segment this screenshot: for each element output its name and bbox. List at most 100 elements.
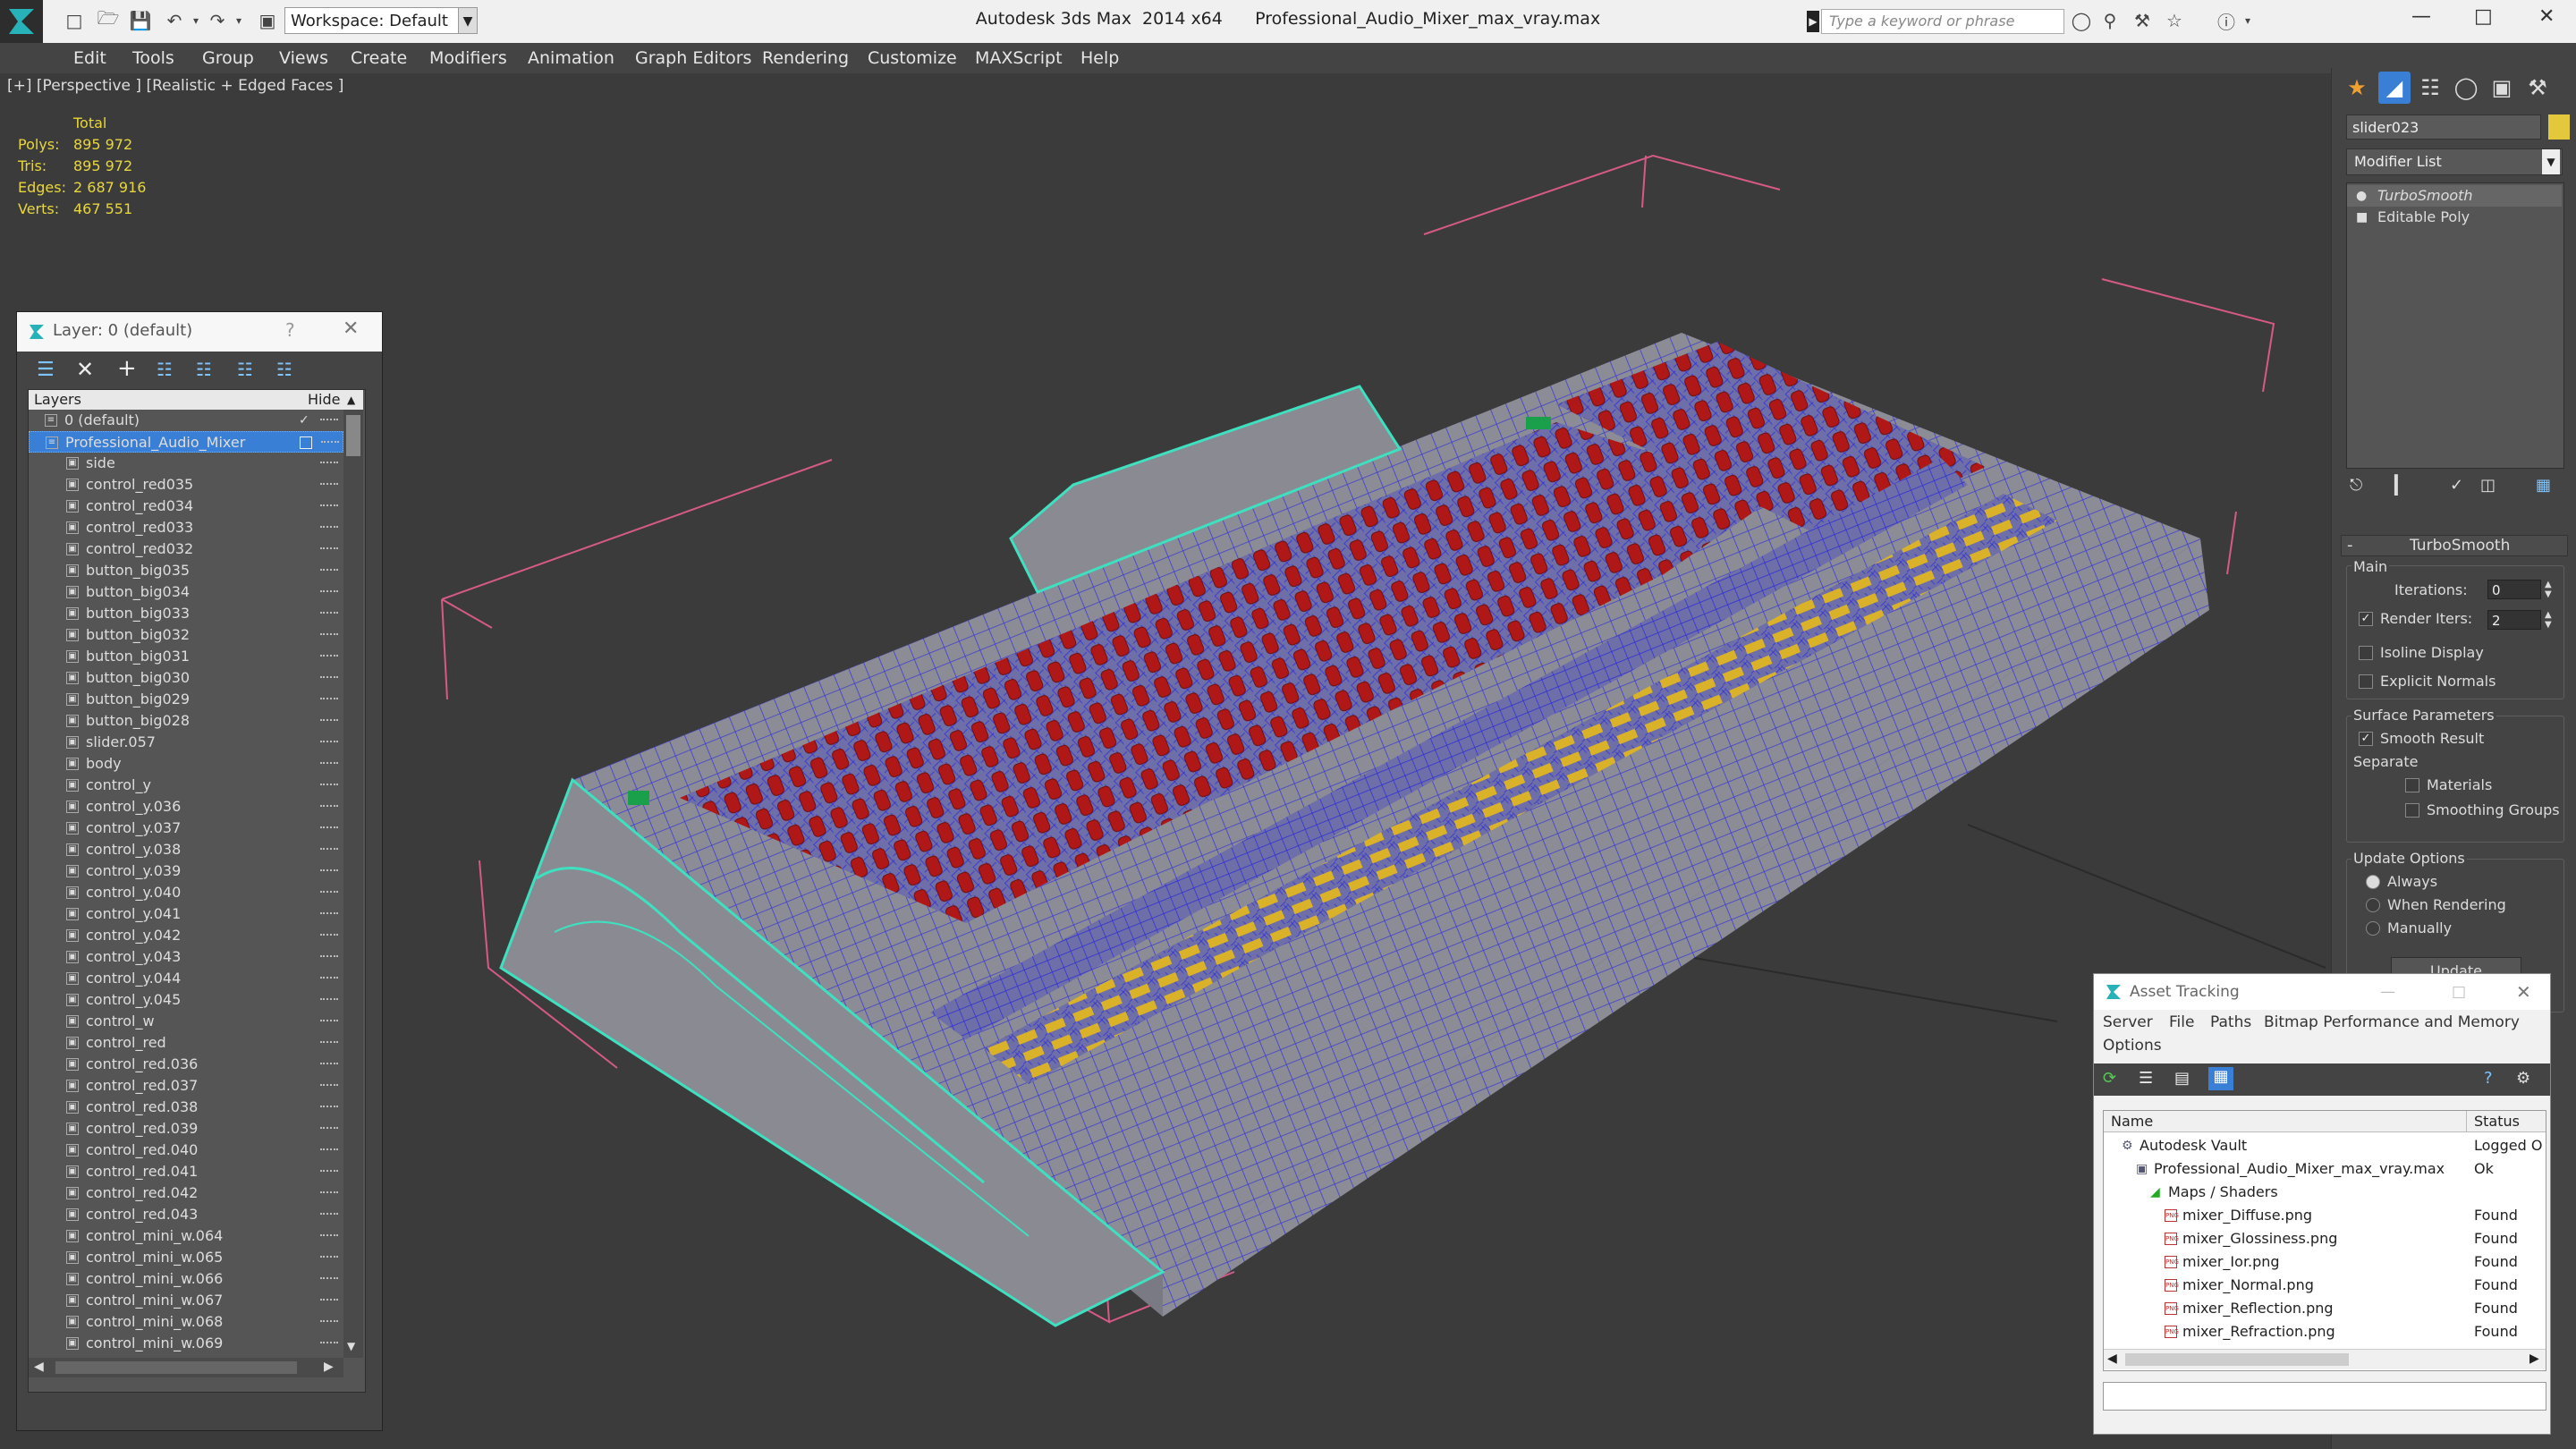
menu-file[interactable]: File (2169, 1013, 2194, 1031)
configure-sets-icon[interactable]: ▦ (2536, 476, 2551, 495)
menu-views[interactable]: Views (279, 48, 328, 68)
asset-row[interactable]: PNG mixer_Refraction.png Found (2104, 1320, 2546, 1343)
hide-toggle[interactable] (320, 419, 338, 424)
subscription-icon[interactable]: ⚒ (2131, 9, 2154, 32)
layer-row[interactable]: ▣ control_w (29, 1011, 343, 1032)
layer-row[interactable]: ▣ control_y.042 (29, 925, 343, 946)
always-radio[interactable] (2366, 875, 2380, 889)
layer-row[interactable]: ▣ control_red035 (29, 474, 343, 496)
hide-toggle[interactable] (320, 719, 338, 724)
menu-maxscript[interactable]: MAXScript (975, 48, 1063, 68)
scroll-right-icon[interactable]: ▶ (2529, 1352, 2539, 1366)
hide-toggle[interactable] (320, 784, 338, 789)
scrollbar-thumb[interactable] (346, 415, 360, 456)
highlight-layer-icon[interactable]: ☷ (196, 359, 212, 380)
viewport-label[interactable]: [+] [Perspective ] [Realistic + Edged Fa… (7, 77, 343, 95)
communication-center-icon[interactable]: ⚲ (2098, 9, 2122, 32)
hide-toggle[interactable] (320, 1106, 338, 1111)
maximize-icon[interactable]: □ (2474, 5, 2493, 28)
binoculars-icon[interactable]: ◯ (2070, 9, 2093, 32)
hide-toggle[interactable] (320, 462, 338, 467)
hide-toggle[interactable] (320, 869, 338, 875)
menu-paths[interactable]: Paths (2210, 1013, 2251, 1031)
hide-toggle[interactable] (320, 590, 338, 596)
layer-row[interactable]: ▣ control_mini_w.067 (29, 1290, 343, 1311)
asset-window-titlebar[interactable]: Asset Tracking — □ ✕ (2094, 974, 2550, 1010)
hide-toggle[interactable] (320, 1084, 338, 1089)
isoline-display-checkbox[interactable] (2359, 646, 2373, 660)
hide-toggle[interactable] (320, 848, 338, 853)
smoothing-groups-checkbox[interactable] (2405, 803, 2419, 818)
hide-toggle[interactable] (320, 526, 338, 531)
hide-toggle[interactable] (320, 1277, 338, 1283)
hide-toggle[interactable] (320, 676, 338, 682)
layer-row[interactable]: ▣ control_mini_w.068 (29, 1311, 343, 1333)
hide-toggle[interactable] (320, 1041, 338, 1046)
asset-row[interactable]: PNG mixer_Reflection.png Found (2104, 1297, 2546, 1320)
table-view-icon[interactable]: ▦ (2208, 1067, 2233, 1090)
hide-toggle[interactable] (320, 547, 338, 553)
freeze-all-layers-icon[interactable]: ☷ (276, 359, 292, 380)
vault-help-icon[interactable]: ? (2484, 1069, 2493, 1088)
layer-row[interactable]: ▣ control_red.043 (29, 1204, 343, 1225)
when-rendering-radio[interactable] (2366, 898, 2380, 912)
list-view-icon[interactable]: ☰ (2139, 1069, 2153, 1088)
menu-tools[interactable]: Tools (132, 48, 174, 68)
hide-toggle[interactable] (320, 998, 338, 1004)
hide-toggle[interactable] (320, 762, 338, 767)
layer-row[interactable]: ▣ control_red (29, 1032, 343, 1054)
hide-toggle[interactable] (320, 1170, 338, 1175)
hide-toggle[interactable] (320, 1320, 338, 1326)
layer-row[interactable]: ▣ control_red.039 (29, 1118, 343, 1140)
asset-row[interactable]: PNG mixer_Normal.png Found (2104, 1274, 2546, 1297)
iterations-spinner[interactable]: 0 (2487, 580, 2541, 599)
vault-settings-icon[interactable]: ⚙ (2516, 1069, 2530, 1088)
hide-toggle[interactable] (320, 955, 338, 961)
display-tab-icon[interactable]: ▣ (2486, 72, 2518, 104)
add-to-layer-icon[interactable]: + (117, 355, 137, 382)
hide-toggle[interactable] (320, 912, 338, 918)
menu-bitmap-performance[interactable]: Bitmap Performance and Memory (2264, 1013, 2520, 1031)
close-icon[interactable]: ✕ (2538, 5, 2555, 28)
layer-row[interactable]: ▣ control_y (29, 775, 343, 796)
layer-row[interactable]: ≡ 0 (default) ✓ (29, 410, 343, 431)
hide-toggle[interactable] (320, 1234, 338, 1240)
scroll-left-icon[interactable]: ◀ (2107, 1352, 2117, 1366)
lightbulb-icon[interactable]: ● (2356, 185, 2367, 207)
layer-row[interactable]: ▣ control_mini_w.066 (29, 1268, 343, 1290)
spinner-arrows-icon[interactable]: ▲ ▼ (2545, 610, 2552, 630)
layer-row[interactable]: ▣ body (29, 753, 343, 775)
layer-row[interactable]: ▣ control_y.043 (29, 946, 343, 968)
menu-options[interactable]: Options (2103, 1037, 2162, 1055)
layer-row[interactable]: ▣ button_big028 (29, 710, 343, 732)
menu-animation[interactable]: Animation (528, 48, 614, 68)
create-tab-icon[interactable]: ★ (2341, 72, 2373, 104)
hide-toggle[interactable] (320, 569, 338, 574)
layer-row[interactable]: ▣ button_big033 (29, 603, 343, 624)
make-unique-icon[interactable]: ✓ (2450, 476, 2463, 495)
pin-stack-icon[interactable]: ⎋ (2350, 476, 2362, 495)
column-hide[interactable]: Hide (308, 390, 340, 410)
layer-row[interactable]: ▣ button_big035 (29, 560, 343, 581)
layer-row[interactable]: ▣ button_big029 (29, 689, 343, 710)
search-arrow-icon[interactable]: ▶ (1807, 11, 1819, 32)
menu-create[interactable]: Create (351, 48, 407, 68)
hide-toggle[interactable] (320, 1342, 338, 1347)
layer-row[interactable]: ▣ control_red033 (29, 517, 343, 538)
chevron-down-icon[interactable]: ▼ (2542, 149, 2560, 174)
layer-row[interactable]: ▣ control_mini_w.064 (29, 1225, 343, 1247)
layer-row[interactable]: ▣ control_red032 (29, 538, 343, 560)
object-name-field[interactable]: slider023 (2346, 114, 2541, 140)
hide-toggle[interactable] (320, 1191, 338, 1197)
hide-toggle[interactable] (320, 891, 338, 896)
layer-row[interactable]: ▣ control_red.041 (29, 1161, 343, 1182)
menu-customize[interactable]: Customize (868, 48, 957, 68)
menu-help[interactable]: Help (1080, 48, 1119, 68)
spinner-arrows-icon[interactable]: ▲ ▼ (2545, 580, 2552, 599)
hide-toggle[interactable] (320, 1148, 338, 1154)
layer-row[interactable]: ▣ control_y.036 (29, 796, 343, 818)
hide-toggle[interactable] (320, 483, 338, 488)
minimize-icon[interactable]: — (2380, 974, 2395, 1010)
layer-row[interactable]: ▣ control_y.045 (29, 989, 343, 1011)
detail-view-icon[interactable]: ▤ (2174, 1069, 2190, 1088)
